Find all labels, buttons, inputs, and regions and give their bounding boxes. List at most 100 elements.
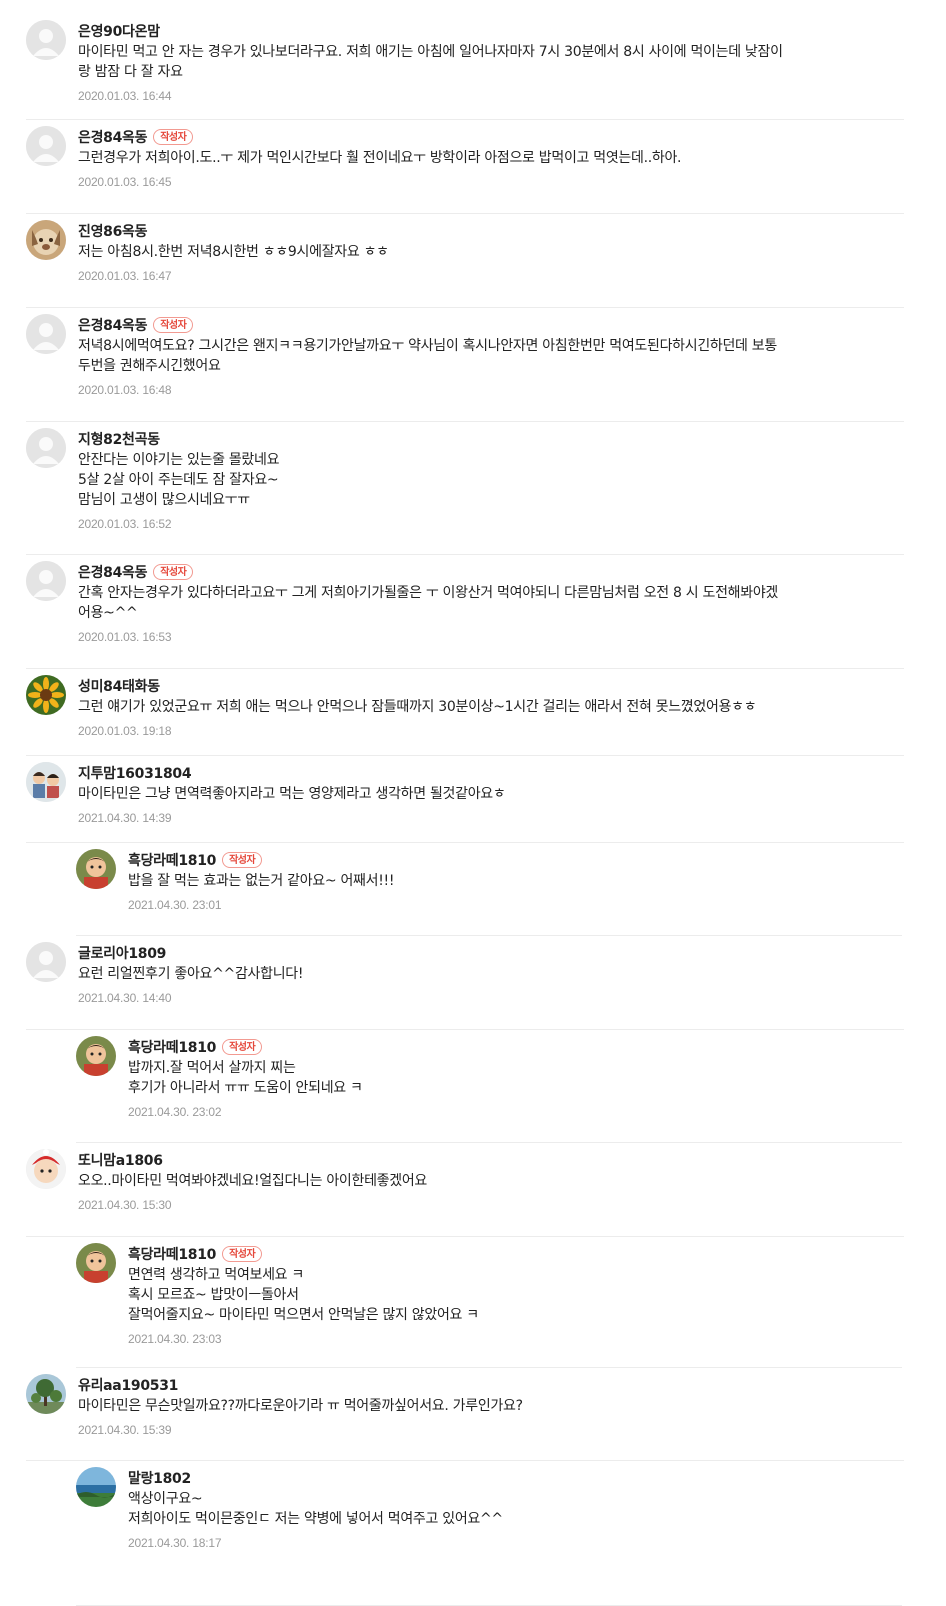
reply-comment: 흑당라떼1810 작성자면연력 생각하고 먹여보세요 ㅋ 혹시 모르죠~ 밥맛이ㅡ… [76, 1237, 902, 1368]
comment-body: 은영90다온맘 마이타민 먹고 안 자는 경우가 있나보더라구요. 저희 애기는 … [78, 20, 904, 103]
comment-item: 지형82천곡동안잔다는 이야기는 있는줄 몰랐네요 5살 2살 아이 주는데도 … [26, 422, 904, 555]
nickname[interactable]: 은영90다온맘 [78, 21, 160, 41]
avatar[interactable] [76, 1243, 116, 1283]
reply-comment: 흑당라떼1810 작성자밥까지.잘 먹어서 살까지 찌는 후기가 아니라서 ㅠㅠ … [76, 1030, 902, 1143]
comment-item: 글로리아1809 요런 리얼찐후기 좋아요^^감사합니다! 2021.04.30. … [26, 936, 904, 1030]
nickname[interactable]: 또니맘a1806 [78, 1150, 163, 1170]
nickname[interactable]: 지투맘16031804 [78, 763, 192, 783]
avatar[interactable] [26, 20, 66, 60]
comment-body: 흑당라떼1810 작성자밥까지.잘 먹어서 살까지 찌는 후기가 아니라서 ㅠㅠ … [128, 1036, 902, 1119]
comment-text: 면연력 생각하고 먹여보세요 ㅋ 혹시 모르죠~ 밥맛이ㅡ돌아서 잘먹어줄지요~… [128, 1267, 479, 1323]
comment-date: 2020.01.03. 16:45 [78, 175, 172, 189]
nickname[interactable]: 진영86옥동 [78, 221, 148, 241]
nickname[interactable]: 유리aa190531 [78, 1375, 178, 1395]
nickname[interactable]: 은경84옥동 [78, 562, 148, 582]
comment-text: 안잔다는 이야기는 있는줄 몰랐네요 5살 2살 아이 주는데도 잠 잘자요~ … [78, 452, 280, 508]
nickname-row: 성미84태화동 [78, 675, 904, 697]
comment-text: 액상이구요~ 저희아이도 먹이믄중인ㄷ 저는 약병에 넣어서 먹여주고 있어요^… [128, 1491, 503, 1527]
avatar[interactable] [26, 1374, 66, 1414]
avatar[interactable] [26, 314, 66, 354]
comment-body: 은경84옥동 작성자그런경우가 저희아이.도..ㅜ 제가 먹인시간보다 훨 전이네… [78, 126, 904, 189]
nickname[interactable]: 말랑1802 [128, 1468, 191, 1488]
comment-item: 은경84옥동 작성자간혹 안자는경우가 있다하더라고요ㅜ 그게 저희아기가될줄은 … [26, 555, 904, 669]
comment-date: 2020.01.03. 16:44 [78, 89, 172, 103]
comment-date: 2021.04.30. 14:40 [78, 991, 172, 1005]
comment-date: 2020.01.03. 16:47 [78, 269, 172, 283]
comment-date: 2021.04.30. 23:02 [128, 1105, 222, 1119]
reply-comment: 말랑1802 액상이구요~ 저희아이도 먹이믄중인ㄷ 저는 약병에 넣어서 먹여주… [76, 1461, 902, 1606]
nickname[interactable]: 흑당라떼1810 [128, 850, 216, 870]
comment-item: 은영90다온맘 마이타민 먹고 안 자는 경우가 있나보더라구요. 저희 애기는 … [26, 14, 904, 120]
nickname[interactable]: 성미84태화동 [78, 676, 160, 696]
comment-text: 그런경우가 저희아이.도..ㅜ 제가 먹인시간보다 훨 전이네요ㅜ 방학이라 아… [78, 150, 682, 166]
comment-text: 밥까지.잘 먹어서 살까지 찌는 후기가 아니라서 ㅠㅠ 도움이 안되네요 ㅋ [128, 1060, 363, 1096]
nickname[interactable]: 지형82천곡동 [78, 429, 160, 449]
nickname-row: 또니맘a1806 [78, 1149, 904, 1171]
comment-body: 유리aa190531 마이타민은 무슨맛일까요??까다로운아기라 ㅠ 먹어줄까싶어… [78, 1374, 904, 1437]
nickname[interactable]: 은경84옥동 [78, 315, 148, 335]
comment-date: 2020.01.03. 16:48 [78, 383, 172, 397]
avatar[interactable] [26, 220, 66, 260]
comment-text: 요런 리얼찐후기 좋아요^^감사합니다! [78, 966, 304, 982]
comment-text: 밥을 잘 먹는 효과는 없는거 같아요~ 어째서!!! [128, 873, 395, 889]
comment-text: 간혹 안자는경우가 있다하더라고요ㅜ 그게 저희아기가될줄은 ㅜ 이왕산거 먹여… [78, 585, 778, 621]
comment-text: 마이타민은 무슨맛일까요??까다로운아기라 ㅠ 먹어줄까싶어서요. 가루인가요? [78, 1398, 523, 1414]
nickname-row: 지형82천곡동 [78, 428, 904, 450]
avatar[interactable] [26, 942, 66, 982]
avatar[interactable] [76, 849, 116, 889]
author-badge: 작성자 [222, 1246, 263, 1262]
nickname-row: 유리aa190531 [78, 1374, 904, 1396]
comment-item: 유리aa190531 마이타민은 무슨맛일까요??까다로운아기라 ㅠ 먹어줄까싶어… [26, 1368, 904, 1461]
avatar[interactable] [76, 1467, 116, 1507]
nickname-row: 흑당라떼1810 작성자 [128, 1036, 902, 1058]
comment-body: 흑당라떼1810 작성자밥을 잘 먹는 효과는 없는거 같아요~ 어째서!!! 20… [128, 849, 902, 912]
nickname[interactable]: 흑당라떼1810 [128, 1037, 216, 1057]
comment-date: 2021.04.30. 15:39 [78, 1423, 172, 1437]
comment-date: 2021.04.30. 14:39 [78, 811, 172, 825]
comment-date: 2021.04.30. 15:30 [78, 1198, 172, 1212]
comment-body: 말랑1802 액상이구요~ 저희아이도 먹이믄중인ㄷ 저는 약병에 넣어서 먹여주… [128, 1467, 902, 1550]
nickname-row: 말랑1802 [128, 1467, 902, 1489]
comment-text: 마이타민은 그냥 면역력좋아지라고 먹는 영양제라고 생각하면 될것같아요ㅎ [78, 786, 506, 802]
comment-item: 또니맘a1806 오오..마이타민 먹여봐야겠네요!얼집다니는 아이한테좋겠어요 2… [26, 1143, 904, 1237]
author-badge: 작성자 [222, 852, 263, 868]
comment-body: 지형82천곡동안잔다는 이야기는 있는줄 몰랐네요 5살 2살 아이 주는데도 … [78, 428, 904, 531]
comment-date: 2020.01.03. 19:18 [78, 724, 172, 738]
nickname-row: 은경84옥동 작성자 [78, 126, 904, 148]
avatar[interactable] [26, 428, 66, 468]
comment-date: 2020.01.03. 16:52 [78, 517, 172, 531]
comment-date: 2021.04.30. 23:01 [128, 898, 222, 912]
comment-date: 2021.04.30. 23:03 [128, 1332, 222, 1346]
avatar[interactable] [26, 762, 66, 802]
nickname[interactable]: 흑당라떼1810 [128, 1244, 216, 1264]
author-badge: 작성자 [153, 129, 194, 145]
avatar[interactable] [26, 561, 66, 601]
author-badge: 작성자 [153, 564, 194, 580]
nickname-row: 은경84옥동 작성자 [78, 314, 904, 336]
nickname[interactable]: 글로리아1809 [78, 943, 166, 963]
nickname[interactable]: 은경84옥동 [78, 127, 148, 147]
comment-body: 흑당라떼1810 작성자면연력 생각하고 먹여보세요 ㅋ 혹시 모르죠~ 밥맛이ㅡ… [128, 1243, 902, 1346]
nickname-row: 진영86옥동 [78, 220, 904, 242]
comment-date: 2020.01.03. 16:53 [78, 630, 172, 644]
comment-body: 은경84옥동 작성자 저녁8시에먹여도요? 그시간은 왠지ㅋㅋ용기가안날까요ㅜ 약사… [78, 314, 904, 397]
comment-item: 지투맘16031804 마이타민은 그냥 면역력좋아지라고 먹는 영양제라고 생각… [26, 756, 904, 843]
nickname-row: 은영90다온맘 [78, 20, 904, 42]
author-badge: 작성자 [153, 317, 194, 333]
comment-date: 2021.04.30. 18:17 [128, 1536, 222, 1550]
comment-item: 은경84옥동 작성자그런경우가 저희아이.도..ㅜ 제가 먹인시간보다 훨 전이네… [26, 120, 904, 214]
comment-body: 은경84옥동 작성자간혹 안자는경우가 있다하더라고요ㅜ 그게 저희아기가될줄은 … [78, 561, 904, 644]
avatar[interactable] [26, 1149, 66, 1189]
avatar[interactable] [26, 675, 66, 715]
author-badge: 작성자 [222, 1039, 263, 1055]
reply-comment: 흑당라떼1810 작성자밥을 잘 먹는 효과는 없는거 같아요~ 어째서!!! 20… [76, 843, 902, 936]
comment-item: 은경84옥동 작성자 저녁8시에먹여도요? 그시간은 왠지ㅋㅋ용기가안날까요ㅜ 약사… [26, 308, 904, 422]
comment-item: 성미84태화동그런 얘기가 있었군요ㅠ 저희 애는 먹으나 안먹으나 잠들때까지… [26, 669, 904, 756]
comment-text: 저는 아침8시.한번 저녁8시한번 ㅎㅎ9시에잘자요 ㅎㅎ [78, 244, 389, 260]
nickname-row: 은경84옥동 작성자 [78, 561, 904, 583]
comment-text: 그런 얘기가 있었군요ㅠ 저희 애는 먹으나 안먹으나 잠들때까지 30분이상~… [78, 699, 757, 715]
avatar[interactable] [76, 1036, 116, 1076]
comment-body: 글로리아1809 요런 리얼찐후기 좋아요^^감사합니다! 2021.04.30. … [78, 942, 904, 1005]
nickname-row: 지투맘16031804 [78, 762, 904, 784]
avatar[interactable] [26, 126, 66, 166]
